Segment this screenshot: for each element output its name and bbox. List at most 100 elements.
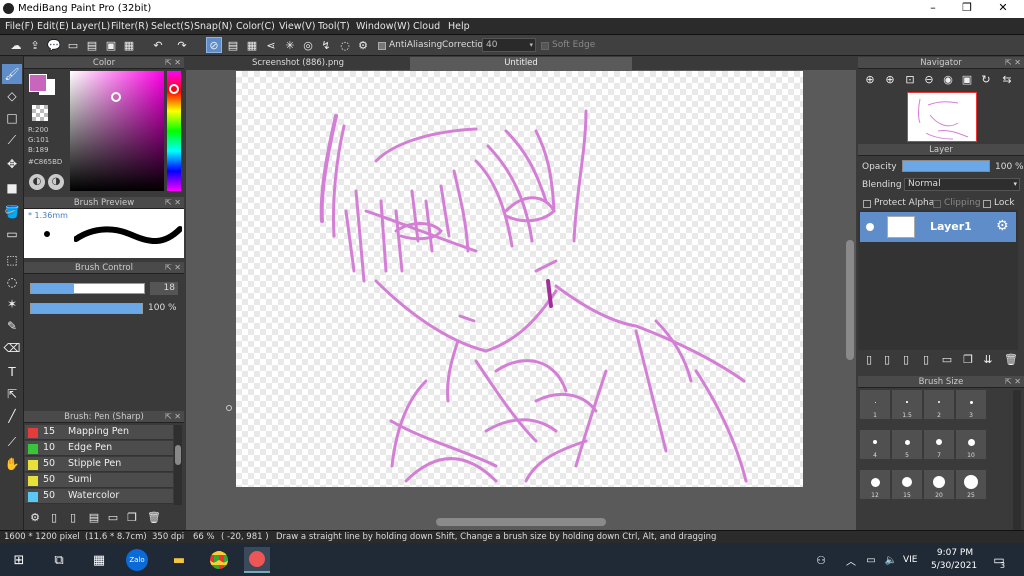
duplicate-brush-icon[interactable]: ❐ — [124, 509, 140, 525]
new-brush-icon[interactable]: ▯ — [46, 509, 62, 525]
duplicate-layer-icon[interactable]: ❐ — [960, 351, 976, 367]
transparent-color-swatch[interactable] — [32, 105, 48, 121]
close-button[interactable]: ✕ — [988, 1, 1018, 17]
brush-item[interactable]: 10 Edge Pen — [25, 441, 173, 456]
calculator-icon[interactable]: ▦ — [86, 547, 112, 573]
new-layer-icon[interactable]: ▯ — [861, 351, 877, 367]
color-set-icon[interactable]: ◑ — [48, 174, 64, 190]
canvas-vertical-scrollbar[interactable] — [846, 240, 854, 360]
menu-file[interactable]: File(F) — [5, 21, 34, 32]
lasso-brush-icon[interactable]: ⟋ — [2, 130, 22, 150]
zalo-icon[interactable]: Zalo — [126, 549, 148, 571]
settings-icon[interactable]: ⚙ — [355, 37, 371, 53]
vanishing-snap-icon[interactable]: ⋖ — [263, 37, 279, 53]
dot-tool-icon[interactable]: □ — [2, 108, 22, 128]
lock-checkbox[interactable] — [983, 199, 991, 209]
soft-edge-checkbox[interactable] — [541, 41, 549, 51]
visibility-eye-icon[interactable] — [866, 223, 874, 231]
fullscreen-icon[interactable]: ▣ — [959, 71, 975, 87]
new-halftone-layer-icon[interactable]: ▯ — [879, 351, 895, 367]
brush-opacity-slider[interactable] — [30, 303, 143, 314]
operation-tool-icon[interactable]: ⇱ — [2, 384, 22, 404]
magic-wand-icon[interactable]: ✶ — [2, 294, 22, 314]
menu-color[interactable]: Color(C) — [236, 21, 275, 32]
hand-tool-icon[interactable]: ✋ — [2, 454, 22, 474]
brush-size-scrollbar[interactable] — [1013, 390, 1021, 530]
ellipse-snap-icon[interactable]: ◌ — [337, 37, 353, 53]
actual-size-icon[interactable]: ◉ — [940, 71, 956, 87]
brush-size-option[interactable]: 4 — [860, 430, 890, 459]
redo-icon[interactable]: ↷ — [174, 37, 190, 53]
brush-size-option[interactable]: 20 — [924, 470, 954, 499]
select-tool-icon[interactable]: ⬚ — [2, 250, 22, 270]
text-tool-icon[interactable]: T — [2, 362, 22, 382]
layer-row[interactable]: Layer1 ⚙ — [860, 212, 1016, 242]
brush-size-value[interactable]: 18 — [150, 282, 178, 295]
brush-item[interactable]: 50 Watercolor — [25, 489, 173, 504]
menu-layer[interactable]: Layer(L) — [71, 21, 110, 32]
clock-date[interactable]: 5/30/2021 — [931, 561, 977, 571]
layer-settings-icon[interactable]: ⚙ — [996, 218, 1009, 234]
undo-icon[interactable]: ↶ — [150, 37, 166, 53]
brush-size-option[interactable]: 10 — [956, 430, 986, 459]
panel-close-icon[interactable]: ⇱ ✕ — [1005, 376, 1021, 388]
brush-size-option[interactable]: 1.5 — [892, 390, 922, 419]
brush-size-option[interactable]: 5 — [892, 430, 922, 459]
divide-tool-icon[interactable]: ╱ — [2, 406, 22, 426]
rotate-icon[interactable]: ↻ — [978, 71, 994, 87]
brush-size-option[interactable]: 2 — [924, 390, 954, 419]
menu-snap[interactable]: Snap(N) — [194, 21, 232, 32]
tab-screenshot[interactable]: Screenshot (886).png — [186, 57, 410, 70]
message-icon[interactable]: ▭ — [65, 37, 81, 53]
drawing-canvas[interactable] — [236, 71, 803, 487]
layer-opacity-slider[interactable] — [902, 160, 990, 172]
maximize-button[interactable]: ❐ — [952, 1, 982, 17]
notification-icon[interactable]: ▭ — [986, 547, 1012, 573]
snap-off-icon[interactable]: ⊘ — [206, 37, 222, 53]
lasso-tool-icon[interactable]: ◌ — [2, 272, 22, 292]
eyedropper-icon[interactable]: ⟋ — [2, 432, 22, 452]
save-icon[interactable]: ▣ — [103, 37, 119, 53]
comment-icon[interactable]: 💬 — [46, 37, 62, 53]
add-brush-icon[interactable]: ⚙ — [27, 509, 43, 525]
minimize-button[interactable]: – — [918, 1, 948, 17]
brush-settings-icon[interactable]: ▤ — [86, 509, 102, 525]
brush-size-option[interactable]: 12 — [860, 470, 890, 499]
color-wheel-icon[interactable]: ◐ — [29, 174, 45, 190]
radial-snap-icon[interactable]: ✳ — [282, 37, 298, 53]
fill-shape-icon[interactable]: ■ — [2, 178, 22, 198]
panel-close-icon[interactable]: ⇱ ✕ — [165, 57, 181, 69]
circle-snap-icon[interactable]: ◎ — [300, 37, 316, 53]
curve-snap-icon[interactable]: ↯ — [318, 37, 334, 53]
brush-item[interactable]: 50 Stipple Pen — [25, 457, 173, 472]
canvas-horizontal-scrollbar[interactable] — [436, 518, 606, 526]
eraser-tool-icon[interactable]: ◇ — [2, 86, 22, 106]
menu-select[interactable]: Select(S) — [151, 21, 194, 32]
volume-icon[interactable]: 🔈 — [878, 547, 904, 573]
task-view-icon[interactable]: ⧉ — [46, 547, 72, 573]
people-icon[interactable]: ⚇ — [808, 547, 834, 573]
brush-size-option[interactable]: 15 — [892, 470, 922, 499]
brush-size-option[interactable]: 3 — [956, 390, 986, 419]
antialiasing-checkbox[interactable] — [378, 41, 386, 51]
navigator-thumbnail[interactable] — [907, 92, 977, 142]
blending-select[interactable]: Normal ▾ — [904, 178, 1020, 191]
menu-edit[interactable]: Edit(E) — [37, 21, 69, 32]
brush-item[interactable]: 15 Mapping Pen — [25, 425, 173, 440]
correction-select[interactable]: 40 ▾ — [482, 38, 536, 52]
cloud-icon[interactable]: ☁ — [8, 37, 24, 53]
delete-brush-icon[interactable]: 🗑 — [146, 509, 162, 525]
brush-size-option[interactable]: 25 — [956, 470, 986, 499]
merge-layer-icon[interactable]: ⇊ — [980, 351, 996, 367]
gradient-tool-icon[interactable]: ▭ — [2, 224, 22, 244]
color-picker-cursor[interactable] — [111, 92, 121, 102]
windows-start-icon[interactable]: ⊞ — [6, 547, 32, 573]
hue-cursor[interactable] — [169, 84, 179, 94]
clock-time[interactable]: 9:07 PM — [935, 548, 975, 558]
panel-close-icon[interactable]: ⇱ ✕ — [165, 197, 181, 209]
brush-size-option[interactable]: 7 — [924, 430, 954, 459]
file-explorer-icon[interactable]: ▬ — [166, 547, 192, 573]
select-pen-icon[interactable]: ✎ — [2, 316, 22, 336]
share-icon[interactable]: ⇪ — [27, 37, 43, 53]
brush-folder-icon[interactable]: ▭ — [105, 509, 121, 525]
